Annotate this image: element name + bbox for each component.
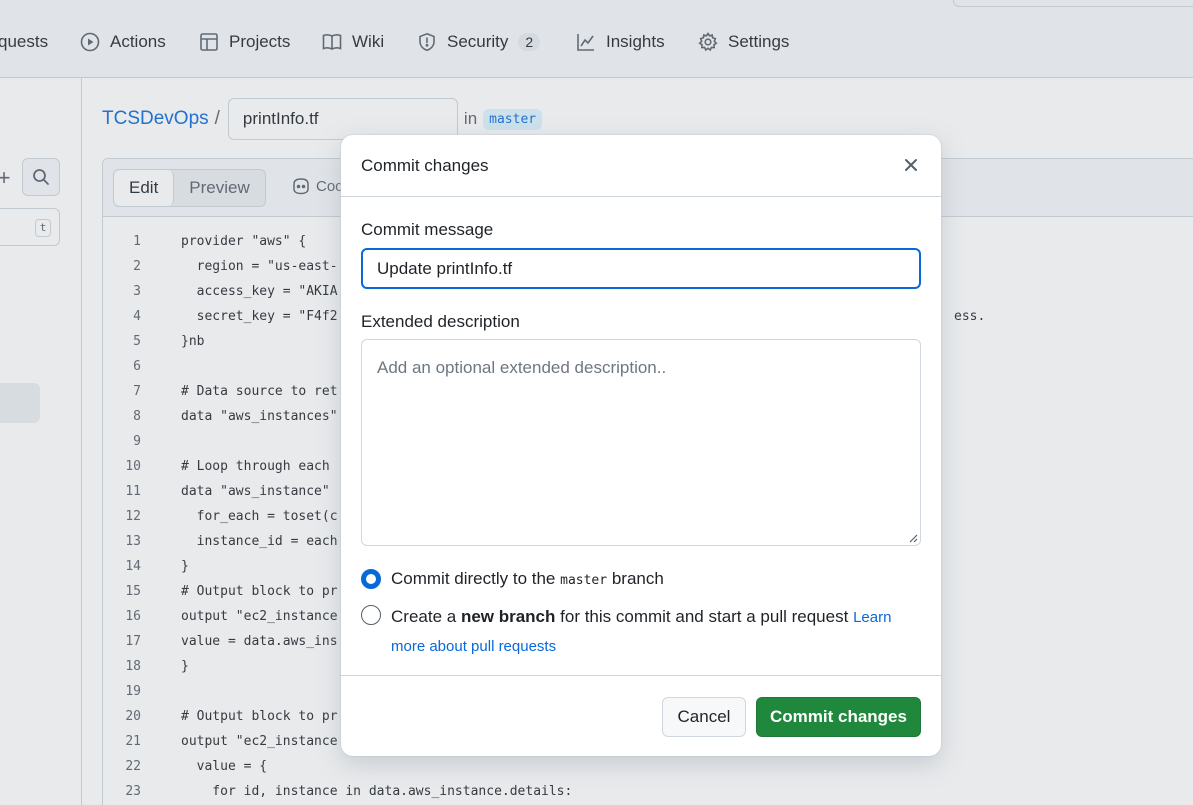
commit-message-input[interactable]	[361, 248, 921, 289]
commit-directly-option[interactable]: Commit directly to the master branch	[361, 569, 911, 593]
new-branch-option[interactable]: Create a new branch for this commit and …	[361, 605, 911, 661]
new-branch-suffix: for this commit and start a pull request	[560, 607, 849, 626]
commit-directly-suffix: branch	[611, 569, 664, 588]
commit-directly-label: Commit directly to the master branch	[391, 567, 911, 593]
commit-message-label: Commit message	[361, 220, 494, 239]
resize-grip-icon[interactable]	[908, 533, 918, 543]
new-branch-bold: new branch	[460, 607, 556, 626]
cancel-button[interactable]: Cancel	[662, 697, 746, 737]
commit-directly-branch: master	[560, 573, 608, 588]
commit-directly-radio[interactable]	[361, 569, 381, 589]
new-branch-label: Create a new branch for this commit and …	[391, 603, 911, 661]
dialog-header: Commit changes	[341, 135, 941, 197]
commit-changes-button[interactable]: Commit changes	[756, 697, 921, 737]
commit-directly-prefix: Commit directly to the	[391, 569, 556, 588]
extended-description-input[interactable]	[361, 339, 921, 546]
new-branch-radio[interactable]	[361, 605, 381, 625]
new-branch-prefix: Create a	[391, 607, 457, 626]
commit-dialog: Commit changes Commit message Extended d…	[341, 135, 941, 756]
close-button[interactable]	[897, 151, 925, 179]
dialog-footer: Cancel Commit changes	[341, 675, 941, 756]
extended-description-label: Extended description	[361, 312, 520, 331]
close-icon	[905, 159, 917, 171]
dialog-title: Commit changes	[361, 156, 489, 175]
